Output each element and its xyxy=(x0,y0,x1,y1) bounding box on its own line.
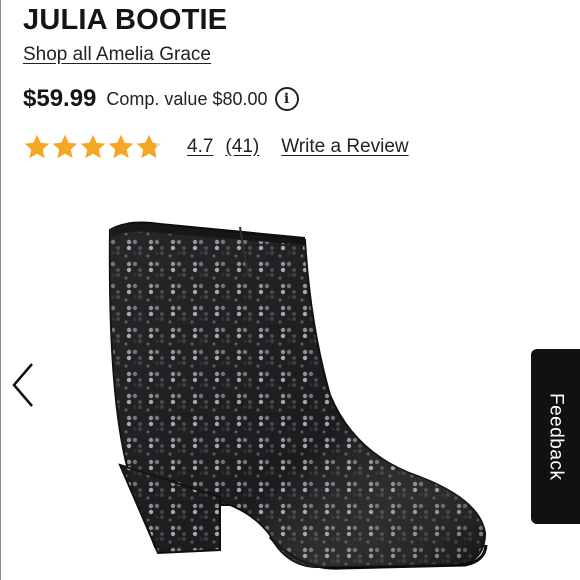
rating-row: 4.7 (41) Write a Review xyxy=(23,133,409,161)
feedback-tab-button[interactable]: Feedback xyxy=(531,349,580,524)
feedback-label: Feedback xyxy=(545,392,567,481)
compare-value: Comp. value $80.00 xyxy=(106,88,268,109)
page-edge-divider xyxy=(0,0,1,580)
shop-brand-link[interactable]: Shop all Amelia Grace xyxy=(23,44,211,66)
rating-value-link[interactable]: 4.7 xyxy=(187,136,213,158)
star-rating[interactable] xyxy=(23,133,163,161)
product-price: $59.99 xyxy=(23,85,97,112)
write-review-link[interactable]: Write a Review xyxy=(281,136,408,158)
star-icon xyxy=(24,134,50,159)
star-half-icon xyxy=(136,134,162,159)
product-image-sequin-bootie xyxy=(108,221,488,570)
chevron-left-icon[interactable] xyxy=(6,360,40,410)
info-icon[interactable]: i xyxy=(274,87,299,111)
star-icon xyxy=(80,134,106,159)
star-icon xyxy=(52,134,78,159)
star-icon xyxy=(108,134,134,159)
price-row: $59.99 Comp. value $80.00 i xyxy=(23,85,299,113)
product-title: JULIA BOOTIE xyxy=(23,4,228,36)
review-count-link[interactable]: (41) xyxy=(225,136,259,158)
